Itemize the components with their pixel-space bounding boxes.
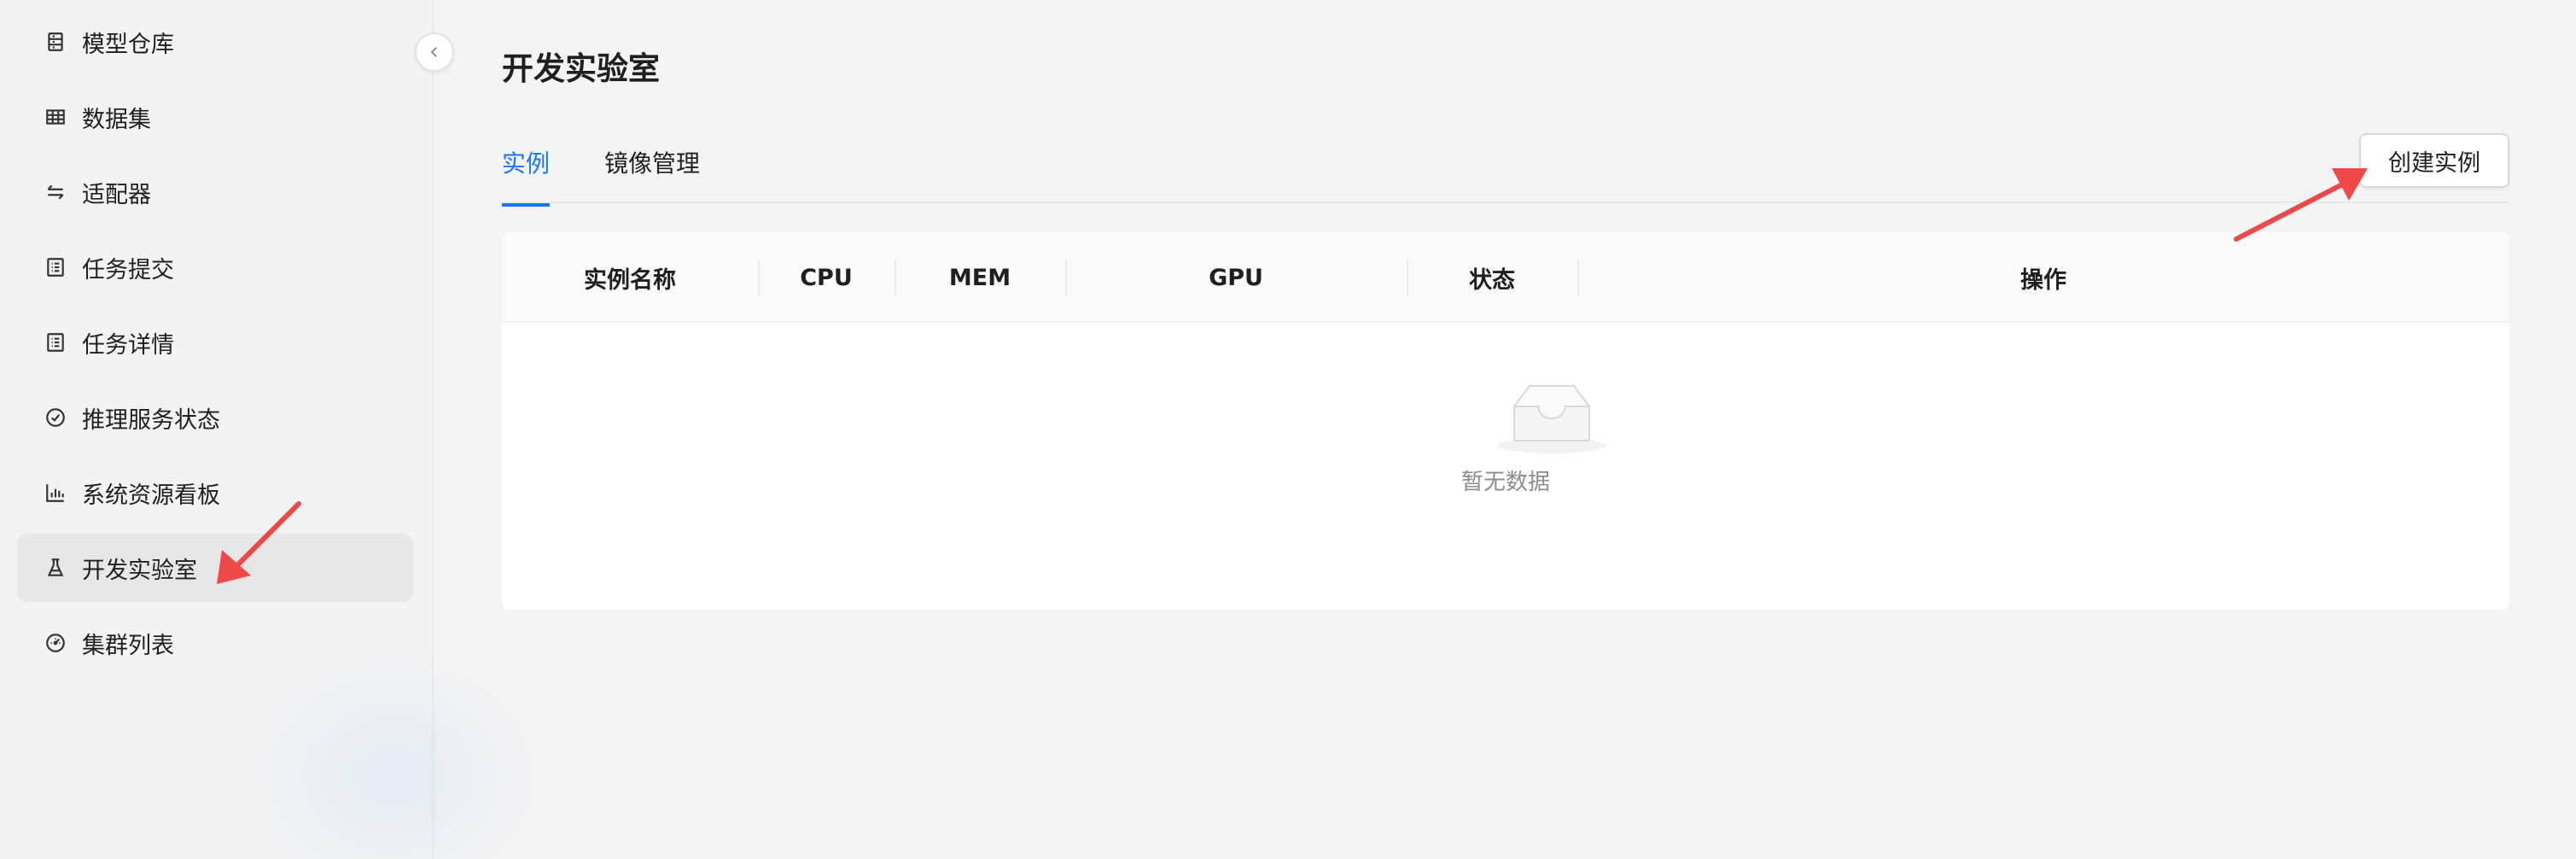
table-header: 实例名称 CPU MEM GPU 状态 操作 [502, 232, 2509, 323]
swap-arrows-icon [43, 179, 68, 205]
column-header-status: 状态 [1469, 266, 1515, 294]
sidebar-item-task-submit[interactable]: 任务提交 [17, 233, 413, 301]
sidebar-item-model-repo[interactable]: 模型仓库 [17, 8, 413, 76]
tab-image-management[interactable]: 镜像管理 [604, 145, 700, 203]
sidebar-item-adapters[interactable]: 适配器 [17, 158, 413, 226]
sidebar-item-label: 开发实验室 [82, 557, 197, 584]
sidebar-item-label: 模型仓库 [82, 31, 174, 58]
table-empty-state: 暂无数据 [502, 323, 2509, 610]
chevron-left-icon [430, 47, 437, 57]
flask-icon [43, 555, 68, 581]
sidebar: 模型仓库 数据集 适配器 任务提交 任务详情 推理服务状态 系统资源看板 开发实… [0, 0, 546, 859]
column-header-gpu: GPU [1209, 264, 1263, 291]
sidebar-item-label: 任务详情 [82, 331, 174, 359]
sidebar-item-inference-status[interactable]: 推理服务状态 [17, 383, 413, 452]
sidebar-item-label: 适配器 [82, 181, 151, 208]
main-content: 开发实验室 实例 镜像管理 创建实例 实例名称 CPU MEM GPU 状态 操… [435, 0, 2576, 859]
column-header-cpu: CPU [800, 264, 853, 291]
tab-instances[interactable]: 实例 [502, 145, 551, 207]
create-instance-button[interactable]: 创建实例 [2359, 133, 2509, 188]
page-title: 开发实验室 [502, 50, 660, 87]
sidebar-item-label: 系统资源看板 [82, 482, 220, 509]
sidebar-collapse-button[interactable] [415, 32, 454, 72]
bar-chart-icon [43, 480, 68, 505]
dashboard-gauge-icon [43, 630, 68, 656]
instances-table: 实例名称 CPU MEM GPU 状态 操作 暂无数据 [502, 232, 2509, 610]
sidebar-item-task-detail[interactable]: 任务详情 [17, 308, 413, 377]
column-header-mem: MEM [948, 264, 1011, 291]
sidebar-item-label: 数据集 [82, 106, 151, 133]
sidebar-item-label: 任务提交 [82, 256, 174, 283]
sidebar-item-cluster-list[interactable]: 集群列表 [17, 609, 413, 677]
sidebar-item-label: 推理服务状态 [82, 406, 220, 434]
list-doc-icon [43, 330, 68, 355]
column-header-actions: 操作 [2020, 266, 2066, 294]
check-circle-icon [43, 405, 68, 430]
sidebar-item-label: 集群列表 [82, 632, 174, 659]
sidebar-item-dev-lab[interactable]: 开发实验室 [17, 534, 413, 602]
empty-inbox-icon [1497, 385, 1606, 453]
sidebar-item-resource-board[interactable]: 系统资源看板 [17, 459, 413, 527]
list-doc-icon [43, 254, 68, 280]
model-repo-icon [43, 29, 68, 55]
table-grid-icon [43, 104, 68, 130]
sidebar-item-datasets[interactable]: 数据集 [17, 83, 413, 151]
column-header-instance-name: 实例名称 [584, 266, 676, 294]
empty-state-text: 暂无数据 [1460, 470, 1550, 495]
tab-bar: 实例 镜像管理 [502, 128, 2509, 207]
